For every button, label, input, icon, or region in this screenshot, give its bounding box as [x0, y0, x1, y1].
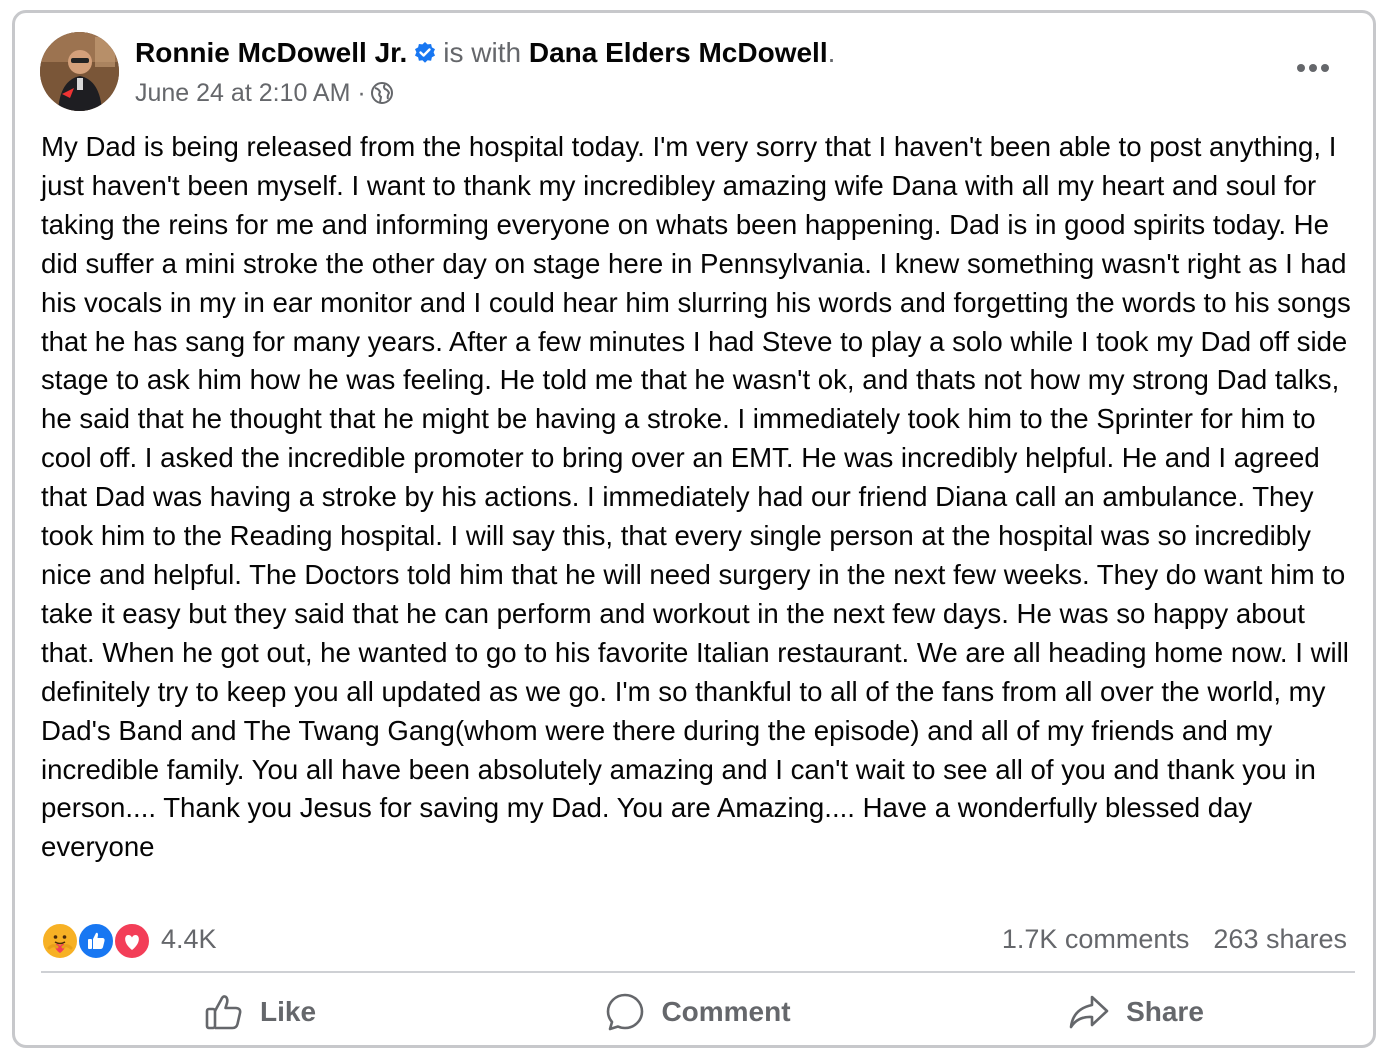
engagement-stats: 1.7K comments 263 shares [1002, 919, 1347, 959]
comment-label: Comment [661, 996, 791, 1027]
post-card: Ronnie McDowell Jr. is with Dana Elders M… [12, 10, 1376, 1048]
post-body: My Dad is being released from the hospit… [41, 131, 1351, 863]
tagged-person[interactable]: Dana Elders McDowell [529, 37, 828, 68]
actions-divider [41, 971, 1355, 973]
comment-button[interactable]: Comment [479, 979, 917, 1045]
post-timestamp[interactable]: June 24 at 2:10 AM [135, 79, 350, 107]
avatar-photo [40, 32, 119, 111]
with-label: is with [443, 37, 522, 68]
care-icon [41, 922, 79, 960]
share-button[interactable]: Share [917, 979, 1355, 1045]
share-label: Share [1126, 996, 1204, 1027]
verified-badge-icon [413, 38, 437, 74]
globe-icon[interactable] [370, 81, 394, 113]
post-header: Ronnie McDowell Jr. is with Dana Elders M… [135, 35, 835, 74]
comments-count[interactable]: 1.7K comments [1002, 924, 1190, 955]
action-bar: Like Comment Share [41, 979, 1355, 1045]
reactions-count[interactable]: 4.4K [161, 924, 217, 955]
reactions-summary[interactable]: 4.4K [41, 919, 217, 960]
like-label: Like [259, 996, 317, 1027]
header-period: . [827, 37, 836, 68]
shares-count[interactable]: 263 shares [1213, 924, 1347, 955]
like-button[interactable]: Like [41, 979, 479, 1045]
thumbs-up-icon [205, 995, 242, 1030]
meta-separator: · [357, 79, 366, 107]
like-icon [77, 922, 115, 960]
reaction-icons [41, 919, 153, 960]
more-options-icon[interactable] [1293, 53, 1333, 83]
share-arrow-icon [1069, 995, 1109, 1029]
author-avatar[interactable] [40, 32, 119, 111]
author-name[interactable]: Ronnie McDowell Jr. [135, 37, 407, 68]
post-meta: June 24 at 2:10 AM · [135, 77, 394, 113]
love-icon [113, 922, 151, 960]
comment-bubble-icon [607, 993, 644, 1031]
